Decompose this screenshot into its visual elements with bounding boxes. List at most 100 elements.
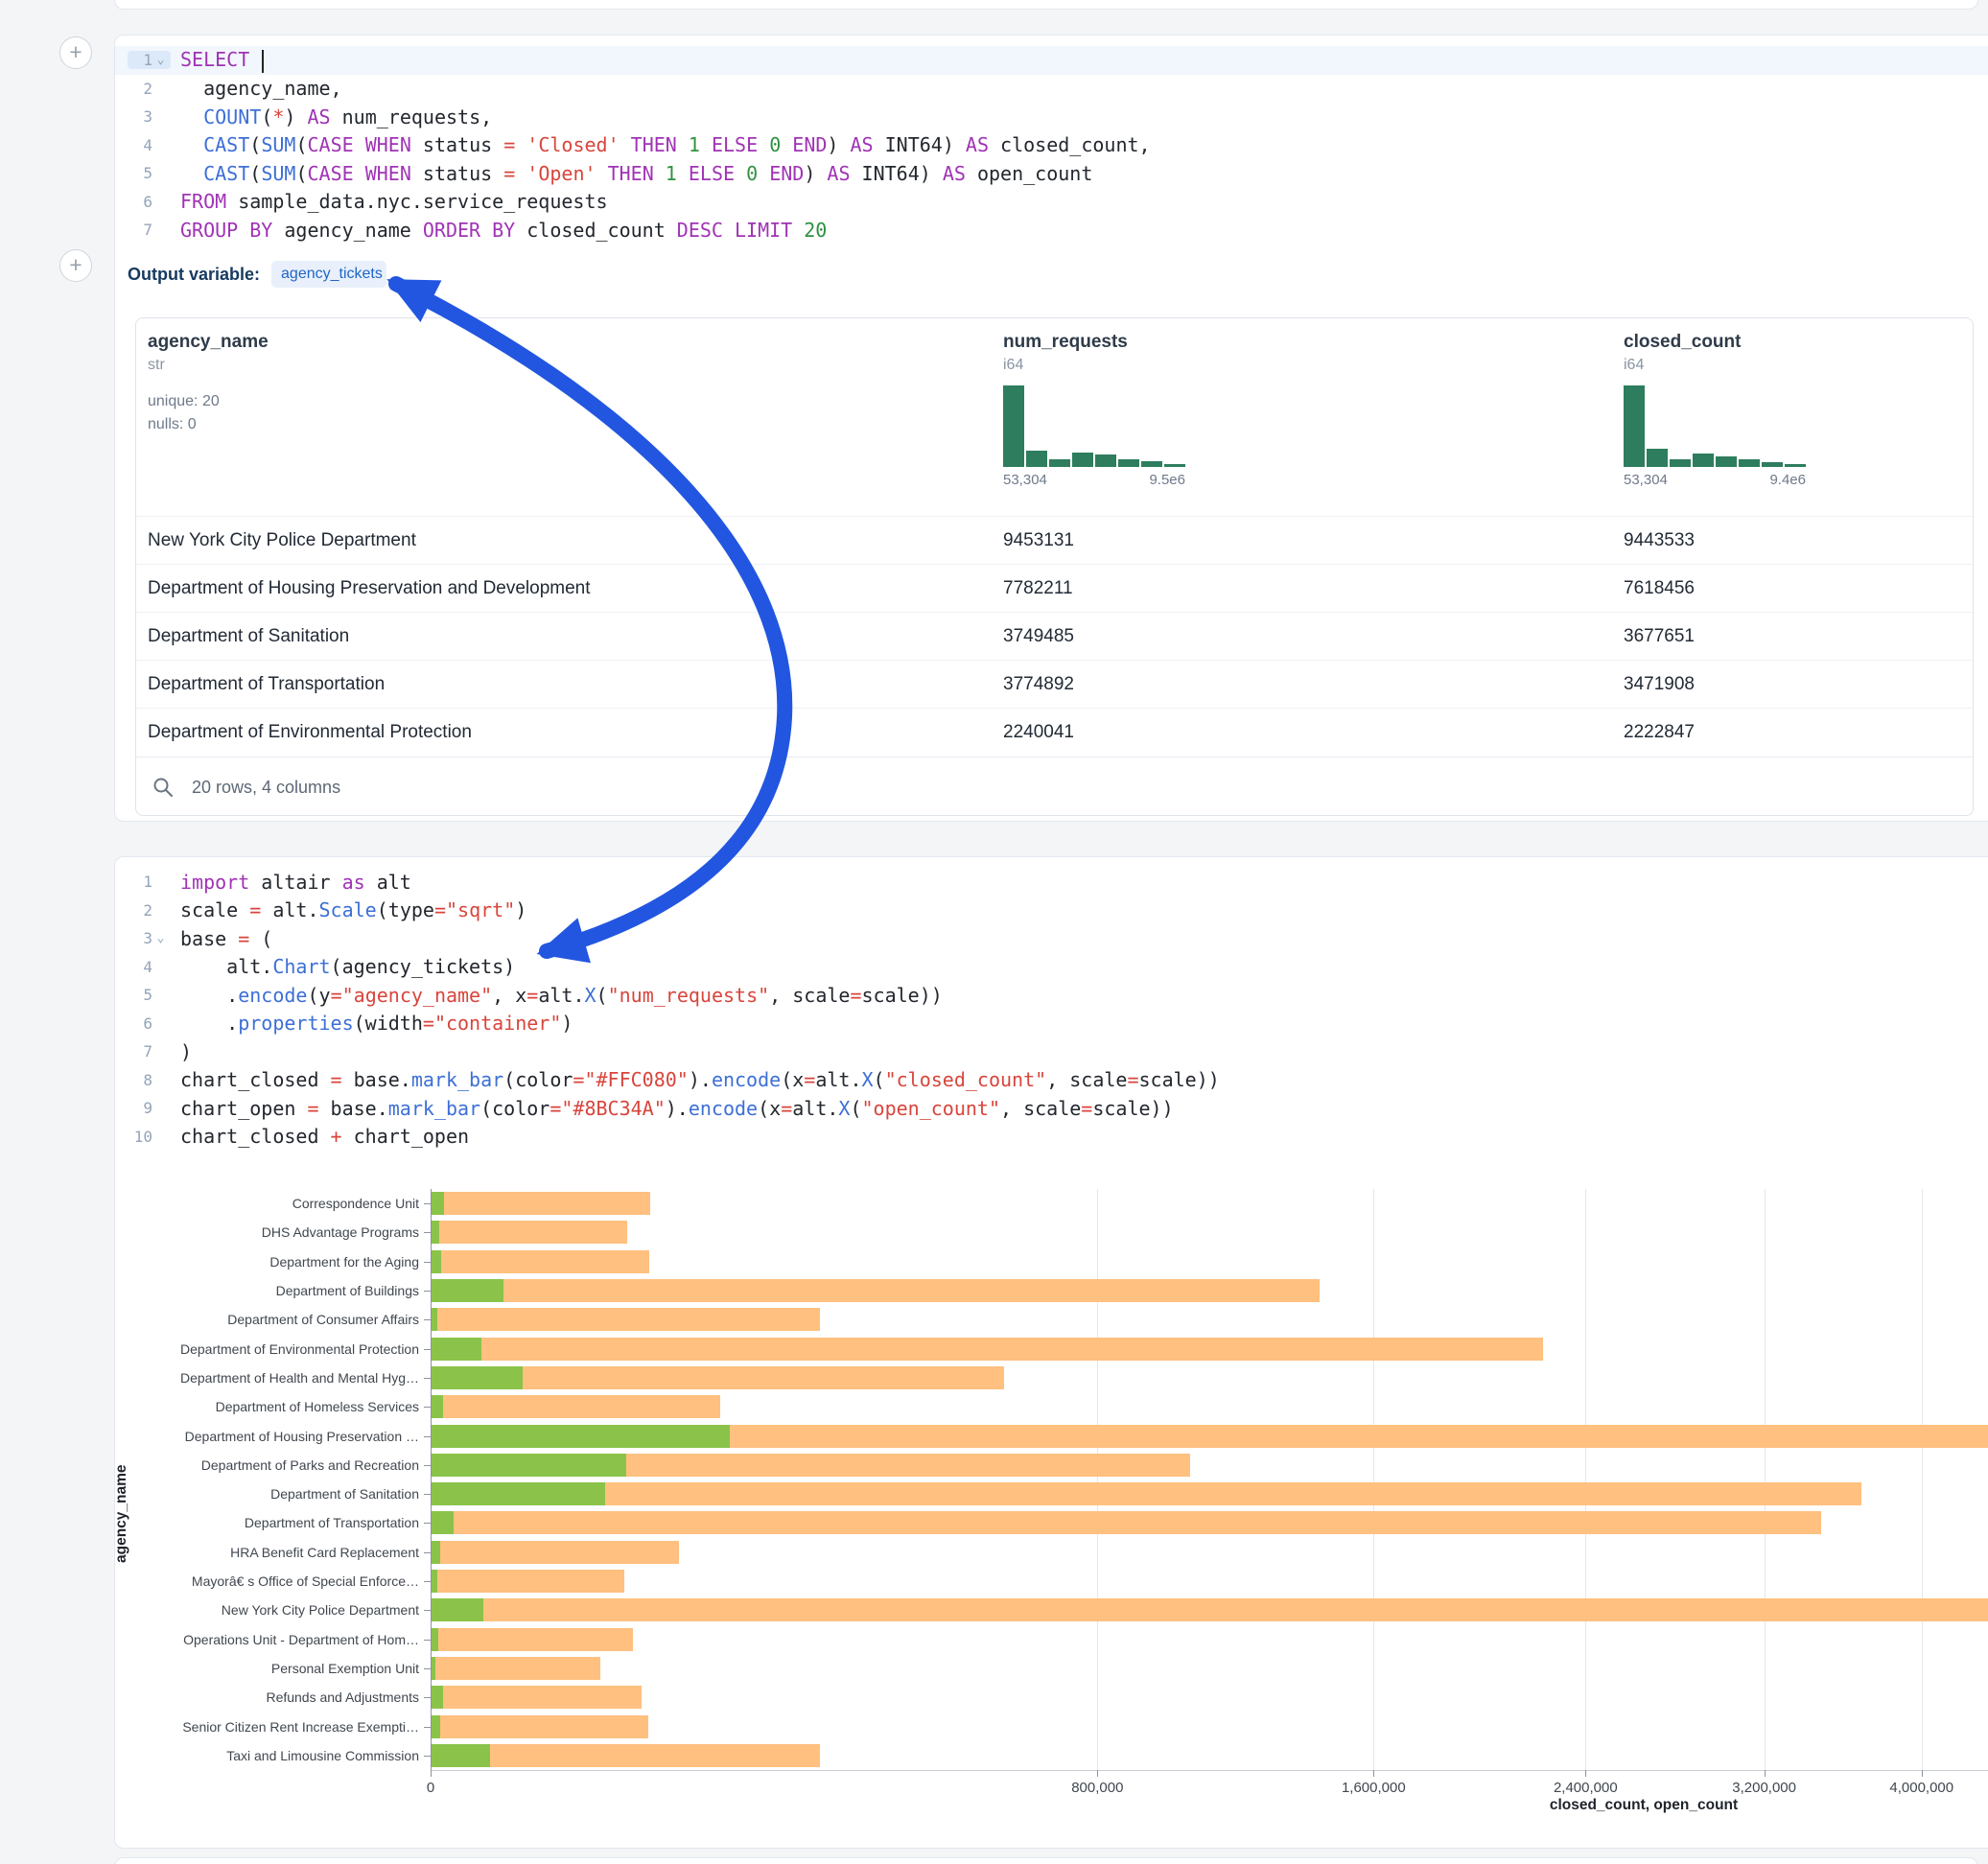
add-cell-button[interactable]: + (59, 249, 92, 282)
bar-closed_count[interactable] (432, 1482, 1861, 1505)
bar-open_count[interactable] (432, 1657, 435, 1680)
code-token: , scale (1046, 1068, 1127, 1091)
bar-closed_count[interactable] (432, 1657, 600, 1680)
output-variable-row: Output variable: agency_tickets (128, 260, 386, 289)
bar-closed_count[interactable] (432, 1221, 627, 1244)
column-header-closed-count[interactable]: closed_count i64 53,304 9.4e6 (1624, 332, 1806, 488)
bar-open_count[interactable] (432, 1454, 626, 1477)
bar-closed_count[interactable] (432, 1308, 820, 1331)
code-token: ( (596, 984, 608, 1007)
code-line[interactable]: 5 CAST(SUM(CASE WHEN status = 'Open' THE… (115, 159, 1988, 188)
bar-open_count[interactable] (432, 1221, 439, 1244)
table-row[interactable]: Department of Housing Preservation and D… (136, 564, 1973, 612)
bar-open_count[interactable] (432, 1628, 438, 1651)
bar-open_count[interactable] (432, 1192, 444, 1215)
table-row[interactable]: New York City Police Department945313194… (136, 516, 1973, 564)
bar-open_count[interactable] (432, 1541, 440, 1564)
bar-closed_count[interactable] (432, 1541, 679, 1564)
bar-open_count[interactable] (432, 1250, 441, 1273)
bar-closed_count[interactable] (432, 1192, 650, 1215)
code-line[interactable]: 1⌄SELECT (115, 46, 1988, 75)
bar-open_count[interactable] (432, 1686, 443, 1709)
bar-open_count[interactable] (432, 1598, 483, 1621)
column-header-agency-name[interactable]: agency_name str unique: 20 nulls: 0 (148, 332, 269, 433)
code-line[interactable]: 3⌄base = ( (115, 924, 1988, 953)
fold-chevron-icon[interactable]: ⌄ (152, 53, 169, 67)
code-token: = (238, 927, 249, 950)
python-code-editor[interactable]: 1import altair as alt2scale = alt.Scale(… (115, 868, 1988, 1151)
bar-open_count[interactable] (432, 1425, 730, 1448)
bar-open_count[interactable] (432, 1715, 440, 1738)
bar-closed_count[interactable] (432, 1628, 633, 1651)
bar-closed_count[interactable] (432, 1598, 1988, 1621)
code-line[interactable]: 7GROUP BY agency_name ORDER BY closed_co… (115, 216, 1988, 245)
row-column-count: 20 rows, 4 columns (192, 778, 340, 798)
add-cell-button[interactable]: + (59, 36, 92, 69)
code-token: ORDER BY (423, 219, 515, 242)
code-token: base. (319, 1097, 388, 1120)
code-line[interactable]: 3 COUNT(*) AS num_requests, (115, 103, 1988, 131)
text-cursor (262, 50, 264, 73)
code-line[interactable]: 8chart_closed = base.mark_bar(color="#FF… (115, 1066, 1988, 1095)
code-token: as (342, 871, 365, 894)
bar-closed_count[interactable] (432, 1570, 624, 1593)
bar-open_count[interactable] (432, 1395, 443, 1418)
code-token: = (550, 1097, 561, 1120)
bar-open_count[interactable] (432, 1482, 605, 1505)
code-token: encode (689, 1097, 758, 1120)
code-token: . (180, 984, 238, 1007)
code-line[interactable]: 1import altair as alt (115, 868, 1988, 897)
table-row[interactable]: Department of Environmental Protection22… (136, 708, 1973, 756)
table-row[interactable]: Department of Sanitation37494853677651 (136, 612, 1973, 660)
code-line[interactable]: 4 CAST(SUM(CASE WHEN status = 'Closed' T… (115, 131, 1988, 160)
code-line[interactable]: 6 .properties(width="container") (115, 1010, 1988, 1038)
bar-closed_count[interactable] (432, 1686, 642, 1709)
code-line[interactable]: 2scale = alt.Scale(type="sqrt") (115, 897, 1988, 925)
column-header-num-requests[interactable]: num_requests i64 53,304 9.5e6 (1003, 332, 1185, 488)
bar-closed_count[interactable] (432, 1715, 648, 1738)
code-token: "num_requests" (608, 984, 770, 1007)
code-token: "container" (434, 1012, 561, 1035)
bar-open_count[interactable] (432, 1308, 437, 1331)
code-token: Chart (272, 955, 330, 978)
code-line[interactable]: 4 alt.Chart(agency_tickets) (115, 953, 1988, 982)
line-number: 3 (129, 929, 152, 947)
code-line[interactable]: 5 .encode(y="agency_name", x=alt.X("num_… (115, 981, 1988, 1010)
line-number: 10 (129, 1128, 152, 1146)
code-token: = (331, 1068, 342, 1091)
code-token: = (249, 898, 261, 921)
bar-closed_count[interactable] (432, 1250, 649, 1273)
histogram-bar (1026, 451, 1047, 467)
code-token: AS (308, 105, 331, 128)
histogram-bar (1693, 454, 1714, 467)
bar-open_count[interactable] (432, 1511, 454, 1534)
bar-closed_count[interactable] (432, 1395, 720, 1418)
search-icon[interactable] (152, 776, 175, 799)
bar-open_count[interactable] (432, 1366, 523, 1389)
histogram-max-label: 9.4e6 (1769, 472, 1806, 488)
bar-closed_count[interactable] (432, 1511, 1821, 1534)
bar-open_count[interactable] (432, 1570, 437, 1593)
table-row[interactable]: Department of Transportation377489234719… (136, 660, 1973, 708)
code-token: + (331, 1125, 342, 1148)
code-token: ( (850, 1097, 861, 1120)
bar-closed_count[interactable] (432, 1279, 1320, 1302)
bar-open_count[interactable] (432, 1338, 481, 1361)
code-line[interactable]: 7) (115, 1037, 1988, 1066)
notebook-page: + + 1⌄SELECT 2 agency_name,3 COUNT(*) AS… (0, 0, 1988, 1864)
code-line[interactable]: 6FROM sample_data.nyc.service_requests (115, 188, 1988, 217)
bar-open_count[interactable] (432, 1744, 490, 1767)
code-line[interactable]: 9chart_open = base.mark_bar(color="#8BC3… (115, 1094, 1988, 1123)
bar-open_count[interactable] (432, 1279, 503, 1302)
bar-closed_count[interactable] (432, 1744, 820, 1767)
code-line[interactable]: 10chart_closed + chart_open (115, 1123, 1988, 1152)
fold-chevron-icon[interactable]: ⌄ (152, 931, 169, 945)
sql-code-editor[interactable]: 1⌄SELECT 2 agency_name,3 COUNT(*) AS num… (115, 46, 1988, 245)
code-token: (width (354, 1012, 423, 1035)
code-line[interactable]: 2 agency_name, (115, 75, 1988, 104)
code-token: scale)) (1092, 1097, 1173, 1120)
bar-closed_count[interactable] (432, 1338, 1543, 1361)
column-title: num_requests (1003, 332, 1185, 353)
output-variable-chip[interactable]: agency_tickets (271, 261, 386, 288)
line-number: 5 (129, 986, 152, 1004)
